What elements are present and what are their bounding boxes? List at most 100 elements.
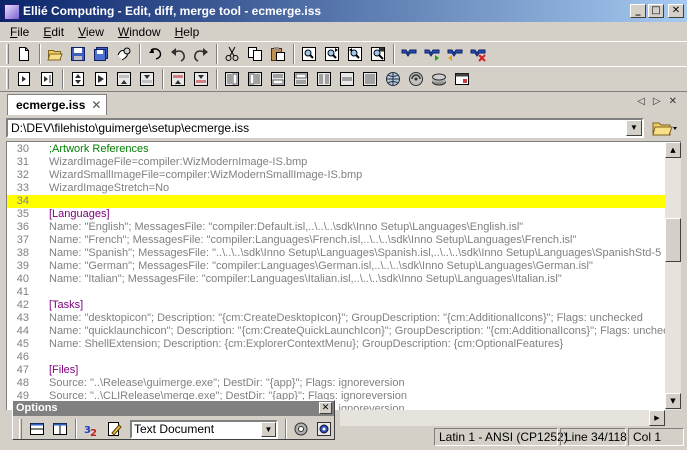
prev-conflict-button[interactable] bbox=[167, 68, 189, 90]
code-line[interactable]: 36 Name: "English"; MessagesFile: "compil… bbox=[7, 221, 665, 234]
code-line[interactable]: 34 bbox=[7, 195, 665, 208]
take-base-icon bbox=[294, 72, 308, 86]
take-left-button[interactable] bbox=[221, 68, 243, 90]
code-line[interactable]: 38 Name: "Spanish"; MessagesFile: "..\..\… bbox=[7, 247, 665, 260]
open-button[interactable] bbox=[44, 43, 66, 65]
tab-close-all-icon[interactable]: ✕ bbox=[669, 96, 677, 107]
next-conflict-icon bbox=[194, 72, 208, 86]
chevron-down-icon[interactable]: ▼ bbox=[626, 120, 642, 136]
gear-button[interactable] bbox=[290, 418, 312, 440]
replace-button[interactable] bbox=[367, 43, 389, 65]
chevron-down-icon[interactable]: ▼ bbox=[261, 421, 276, 437]
main-toolbar bbox=[0, 41, 687, 67]
minimize-button[interactable]: _ bbox=[630, 4, 646, 18]
revert-button[interactable] bbox=[144, 43, 166, 65]
next-conflict-button[interactable] bbox=[190, 68, 212, 90]
vertical-scrollbar[interactable]: ▲ ▼ bbox=[665, 141, 681, 410]
tab-prev-icon[interactable]: ◁ bbox=[637, 96, 645, 107]
bookmark-previous-button[interactable] bbox=[444, 43, 466, 65]
window-button[interactable] bbox=[451, 68, 473, 90]
merge-right-button[interactable] bbox=[336, 68, 358, 90]
code-line[interactable]: 33 WizardImageStretch=No bbox=[7, 182, 665, 195]
line-number: 45 bbox=[16, 338, 29, 350]
split-vertical-button[interactable] bbox=[49, 418, 71, 440]
line-number: 36 bbox=[16, 221, 29, 233]
scroll-up-icon[interactable]: ▲ bbox=[665, 142, 681, 158]
text-editor[interactable]: 30 ;Artwork References 31 WizardImageFile=c… bbox=[6, 141, 665, 410]
options-title-bar[interactable]: Options ✕ bbox=[13, 401, 334, 416]
take-both-button[interactable] bbox=[267, 68, 289, 90]
undo-button[interactable] bbox=[167, 43, 189, 65]
first-diff-button[interactable] bbox=[67, 68, 89, 90]
tab-next-icon[interactable]: ▷ bbox=[653, 96, 661, 107]
code-line[interactable]: 30 ;Artwork References bbox=[7, 143, 665, 156]
scroll-down-icon[interactable]: ▼ bbox=[665, 393, 681, 409]
maximize-button[interactable]: □ bbox=[648, 4, 664, 18]
bookmark-clear-button[interactable] bbox=[467, 43, 489, 65]
paste-button[interactable] bbox=[267, 43, 289, 65]
save-as-button[interactable] bbox=[113, 43, 135, 65]
save-all-button[interactable] bbox=[90, 43, 112, 65]
find-next-button[interactable] bbox=[321, 43, 343, 65]
take-base-button[interactable] bbox=[290, 68, 312, 90]
compare-button[interactable] bbox=[13, 68, 35, 90]
code-line[interactable]: 40 Name: "Italian"; MessagesFile: "compil… bbox=[7, 273, 665, 286]
code-line[interactable]: 32 WizardSmallImageFile=compiler:WizModer… bbox=[7, 169, 665, 182]
code-line[interactable]: 42 [Tasks] bbox=[7, 299, 665, 312]
code-line[interactable]: 31 WizardImageFile=compiler:WizModernImag… bbox=[7, 156, 665, 169]
bookmark-next-button[interactable] bbox=[421, 43, 443, 65]
find-previous-button[interactable] bbox=[344, 43, 366, 65]
last-diff-button[interactable] bbox=[90, 68, 112, 90]
recompare-button[interactable] bbox=[36, 68, 58, 90]
code-line[interactable]: 44 Name: "quicklaunchicon"; Description: … bbox=[7, 325, 665, 338]
options-close-icon[interactable]: ✕ bbox=[319, 402, 332, 414]
new-button[interactable] bbox=[13, 43, 35, 65]
code-line[interactable]: 41 bbox=[7, 286, 665, 299]
menu-view[interactable]: View bbox=[71, 25, 111, 39]
menu-help[interactable]: Help bbox=[168, 25, 207, 39]
save-button[interactable] bbox=[67, 43, 89, 65]
globe-button[interactable] bbox=[382, 68, 404, 90]
code-line[interactable]: 35 [Languages] bbox=[7, 208, 665, 221]
find-button[interactable] bbox=[298, 43, 320, 65]
horizontal-scrollbar[interactable]: ▶ bbox=[340, 410, 665, 426]
path-combobox[interactable]: D:\DEV\filehisto\guimerge\setup\ecmerge.… bbox=[6, 118, 644, 138]
toolbar-grip[interactable] bbox=[6, 44, 9, 64]
cut-button[interactable] bbox=[221, 43, 243, 65]
redo-button[interactable] bbox=[190, 43, 212, 65]
settings-button[interactable] bbox=[313, 418, 335, 440]
menu-edit[interactable]: Edit bbox=[36, 25, 71, 39]
menu-file[interactable]: File bbox=[3, 25, 36, 39]
tab-close-icon[interactable]: ✕ bbox=[91, 98, 101, 112]
code-line[interactable]: 46 bbox=[7, 351, 665, 364]
edit-button[interactable] bbox=[103, 418, 125, 440]
code-line[interactable]: 47 [Files] bbox=[7, 364, 665, 377]
open-folder-button[interactable] bbox=[648, 117, 682, 139]
document-type-select[interactable]: Text Document ▼ bbox=[130, 419, 278, 439]
merge-all-button[interactable] bbox=[359, 68, 381, 90]
take-right-button[interactable] bbox=[244, 68, 266, 90]
tab-ecmerge-iss[interactable]: ecmerge.iss ✕ bbox=[7, 94, 107, 115]
code-line[interactable]: 45 Name: ShellExtension; Description: {cm… bbox=[7, 338, 665, 351]
recompare-icon bbox=[41, 72, 53, 86]
disk-button[interactable] bbox=[428, 68, 450, 90]
menu-window[interactable]: Window bbox=[111, 25, 168, 39]
code-line[interactable]: 39 Name: "German"; MessagesFile: "compile… bbox=[7, 260, 665, 273]
merge-left-button[interactable] bbox=[313, 68, 335, 90]
code-line[interactable]: 48 Source: "..\Release\guimerge.exe"; Des… bbox=[7, 377, 665, 390]
scroll-thumb[interactable] bbox=[665, 218, 681, 262]
close-button[interactable]: ✕ bbox=[668, 4, 684, 18]
toolbar-grip[interactable] bbox=[6, 69, 9, 89]
code-line[interactable]: 37 Name: "French"; MessagesFile: "compile… bbox=[7, 234, 665, 247]
next-diff-button[interactable] bbox=[136, 68, 158, 90]
bookmark-toggle-button[interactable] bbox=[398, 43, 420, 65]
status-encoding[interactable]: Latin 1 - ANSI (CP1252) bbox=[434, 428, 568, 446]
code-line[interactable]: 43 Name: "desktopicon"; Description: "{cm… bbox=[7, 312, 665, 325]
options-grip[interactable] bbox=[19, 419, 22, 439]
copy-button[interactable] bbox=[244, 43, 266, 65]
swap-button[interactable]: 32 bbox=[80, 418, 102, 440]
globe-sync-button[interactable] bbox=[405, 68, 427, 90]
split-horizontal-button[interactable] bbox=[26, 418, 48, 440]
scroll-right-icon[interactable]: ▶ bbox=[649, 410, 665, 426]
prev-diff-button[interactable] bbox=[113, 68, 135, 90]
